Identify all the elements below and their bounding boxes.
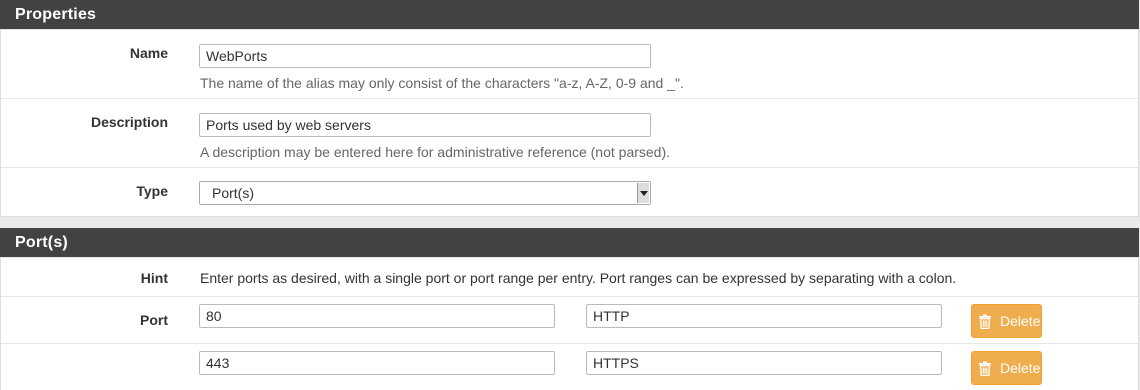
port-description-input[interactable]: HTTP	[586, 304, 942, 328]
properties-panel: Properties Name WebPorts The name of the…	[0, 0, 1139, 217]
trash-icon	[979, 314, 991, 329]
description-input[interactable]: Ports used by web servers	[199, 113, 651, 137]
delete-button[interactable]: Delete	[971, 351, 1042, 385]
ports-heading: Port(s)	[0, 228, 1139, 257]
port-description-input[interactable]: HTTPS	[586, 351, 942, 375]
chevron-down-icon[interactable]	[637, 183, 649, 203]
hint-row: Hint Enter ports as desired, with a sing…	[1, 257, 1138, 296]
port-row: 443 HTTPS Delete	[1, 343, 1138, 390]
port-input[interactable]: 80	[199, 304, 555, 328]
properties-heading: Properties	[0, 0, 1139, 29]
description-row: Description Ports used by web servers A …	[1, 98, 1138, 167]
type-select-value: Port(s)	[212, 185, 254, 201]
name-row: Name WebPorts The name of the alias may …	[1, 29, 1138, 98]
type-row: Type Port(s)	[1, 167, 1138, 216]
name-input[interactable]: WebPorts	[199, 44, 651, 68]
type-label: Type	[136, 183, 168, 199]
type-select[interactable]: Port(s)	[199, 181, 651, 205]
name-label: Name	[129, 45, 168, 61]
delete-button[interactable]: Delete	[971, 304, 1042, 338]
port-input[interactable]: 443	[199, 351, 555, 375]
delete-button-label: Delete	[1000, 313, 1041, 329]
description-label: Description	[90, 114, 168, 130]
trash-icon	[979, 361, 991, 376]
port-row: Port 80 HTTP Delete	[1, 296, 1138, 343]
description-help-text: A description may be entered here for ad…	[200, 144, 671, 160]
delete-button-label: Delete	[1000, 360, 1041, 376]
ports-panel: Port(s) Hint Enter ports as desired, wit…	[0, 228, 1139, 390]
hint-label: Hint	[140, 270, 168, 286]
hint-text: Enter ports as desired, with a single po…	[200, 270, 957, 286]
port-label: Port	[140, 312, 168, 328]
name-help-text: The name of the alias may only consist o…	[200, 75, 684, 91]
